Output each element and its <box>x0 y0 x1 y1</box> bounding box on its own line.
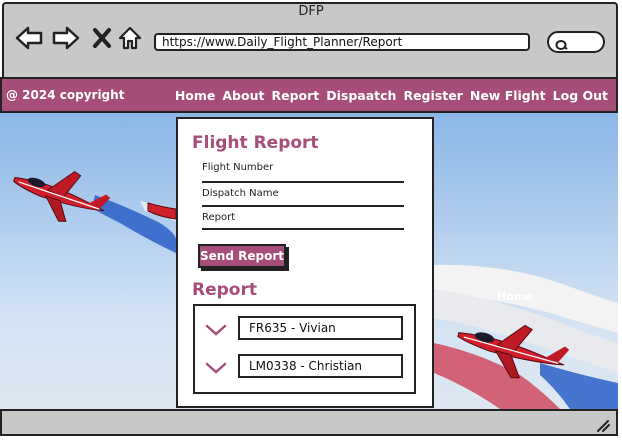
main-nav: Home About Report Dispaatch Register New… <box>175 88 608 103</box>
report-entry: FR635 - Vivian <box>238 316 403 340</box>
window-title: DFP <box>298 4 324 19</box>
report-input[interactable] <box>202 228 404 230</box>
chevron-down-icon[interactable] <box>205 322 227 341</box>
dispatch-name-label: Dispatch Name <box>202 188 279 199</box>
status-bar <box>0 409 618 436</box>
send-report-button[interactable]: Send Report <box>198 244 286 268</box>
chevron-down-icon[interactable] <box>205 360 227 379</box>
nav-register[interactable]: Register <box>403 88 462 103</box>
home-icon[interactable] <box>116 24 144 52</box>
flight-report-card: Flight Report Flight Number Dispatch Nam… <box>176 117 434 408</box>
dispatch-name-input[interactable] <box>202 205 404 207</box>
list-item[interactable]: FR635 - Vivian <box>203 316 409 342</box>
nav-home[interactable]: Home <box>175 88 216 103</box>
list-item[interactable]: LM0338 - Christian <box>203 354 409 380</box>
nav-new-flight[interactable]: New Flight <box>470 88 546 103</box>
copyright-text: @ 2024 copyright <box>6 88 125 102</box>
forward-arrow-icon[interactable] <box>52 24 80 52</box>
close-icon[interactable] <box>88 24 116 52</box>
form-title: Flight Report <box>192 133 319 153</box>
url-bar[interactable]: https://www.Daily_Flight_Planner/Report <box>154 33 530 51</box>
nav-about[interactable]: About <box>222 88 264 103</box>
report-section-title: Report <box>192 280 257 300</box>
hero-overlay-text: Home <box>497 290 533 303</box>
report-list: FR635 - Vivian LM0338 - Christian <box>193 304 416 394</box>
nav-log-out[interactable]: Log Out <box>553 88 608 103</box>
nav-dispatch[interactable]: Dispaatch <box>326 88 396 103</box>
flight-number-label: Flight Number <box>202 162 274 173</box>
red-jet-left <box>13 171 111 222</box>
site-header: @ 2024 copyright Home About Report Dispa… <box>0 77 618 113</box>
search-icon <box>555 36 569 55</box>
nav-report[interactable]: Report <box>271 88 319 103</box>
report-entry: LM0338 - Christian <box>238 354 403 378</box>
flight-number-input[interactable] <box>202 181 404 183</box>
report-label: Report <box>202 212 236 223</box>
resize-handle-icon[interactable] <box>596 417 610 436</box>
search-box[interactable] <box>547 31 605 53</box>
back-arrow-icon[interactable] <box>15 24 43 52</box>
